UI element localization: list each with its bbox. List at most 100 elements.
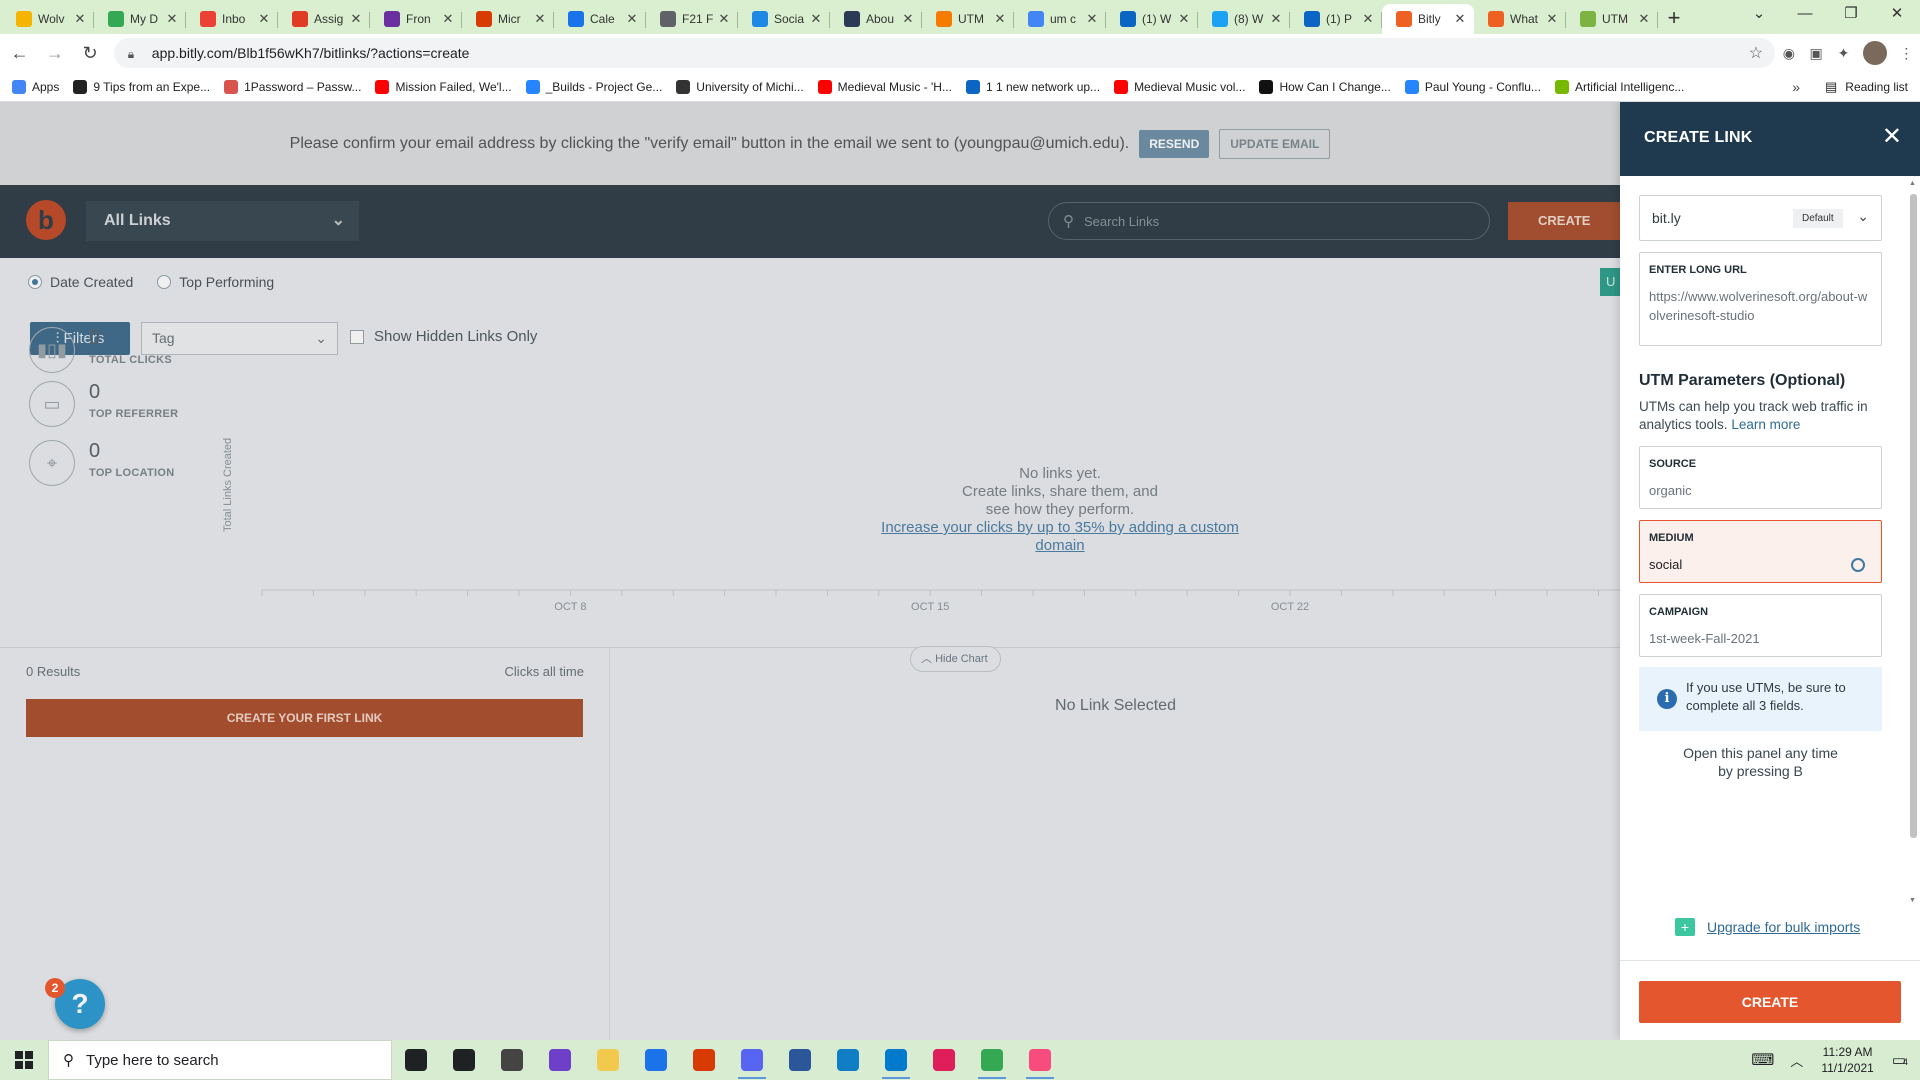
bookmark-item[interactable]: Medieval Music - 'H... xyxy=(817,79,952,94)
close-tab-icon[interactable]: ✕ xyxy=(1544,11,1560,27)
browser-tab[interactable]: UTM ✕ xyxy=(1566,4,1658,34)
scroll-down-icon[interactable]: ▼ xyxy=(1909,897,1916,904)
links-dropdown[interactable]: All Links ⌄ xyxy=(86,201,359,241)
bookmark-item[interactable]: Mission Failed, We'l... xyxy=(375,79,512,94)
browser-tab[interactable]: Inbo ✕ xyxy=(186,4,278,34)
browser-tab[interactable]: Assig ✕ xyxy=(278,4,370,34)
sort-date-radio[interactable] xyxy=(28,275,42,289)
browser-tab[interactable]: What ✕ xyxy=(1474,4,1566,34)
domain-select[interactable]: bit.ly Default ⌄ xyxy=(1639,195,1882,241)
address-bar[interactable]: 🔒︎ app.bitly.com/Blb1f56wKh7/bitlinks/?a… xyxy=(113,38,1776,68)
sort-top-radio[interactable] xyxy=(157,275,172,289)
reading-list[interactable]: ▤ Reading list xyxy=(1825,79,1908,95)
browser-tab[interactable]: Socia ✕ xyxy=(738,4,830,34)
close-tab-icon[interactable]: ✕ xyxy=(1360,11,1376,27)
create-first-link-button[interactable]: CREATE YOUR FIRST LINK xyxy=(26,699,583,737)
hide-chart-button[interactable]: ︿ Hide Chart xyxy=(910,646,1001,672)
browser-tab[interactable]: Fron ✕ xyxy=(370,4,462,34)
extension-screen-icon[interactable]: ▣ xyxy=(1802,45,1829,62)
search-links-input[interactable]: ⚲ Search Links xyxy=(1048,202,1490,240)
taskbar-search-input[interactable]: ⚲ Type here to search xyxy=(48,1040,392,1080)
itunes-icon[interactable] xyxy=(1016,1040,1064,1080)
new-tab-button[interactable]: + xyxy=(1658,4,1690,34)
create-link-button[interactable]: CREATE xyxy=(1639,981,1901,1023)
close-tab-icon[interactable]: ✕ xyxy=(440,11,456,27)
notifications-icon[interactable]: ▭ 4 xyxy=(1892,1051,1908,1069)
bookmark-item[interactable]: 9 Tips from an Expe... xyxy=(73,79,210,94)
bookmark-item[interactable]: University of Michi... xyxy=(676,79,804,94)
close-tab-icon[interactable]: ✕ xyxy=(256,11,272,27)
browser-tab[interactable]: Wolv ✕ xyxy=(2,4,94,34)
browser-tab[interactable]: (1) P ✕ xyxy=(1290,4,1382,34)
custom-domain-link[interactable]: Increase your clicks by up to 35% by add… xyxy=(858,519,1262,555)
mail-icon[interactable] xyxy=(632,1040,680,1080)
clock[interactable]: 11:29 AM 11/1/2021 xyxy=(1821,1044,1874,1076)
update-email-button[interactable]: UPDATE EMAIL xyxy=(1219,128,1331,159)
forward-button[interactable]: → xyxy=(39,37,70,69)
word-icon[interactable] xyxy=(776,1040,824,1080)
slack-icon[interactable] xyxy=(920,1040,968,1080)
source-value[interactable]: organic xyxy=(1649,483,1692,498)
browser-tab[interactable]: um c ✕ xyxy=(1014,4,1106,34)
close-icon[interactable]: ✕ xyxy=(1882,122,1902,151)
extensions-puzzle-icon[interactable]: ✦ xyxy=(1830,45,1857,62)
chrome-menu-icon[interactable]: ⋮ xyxy=(1893,45,1920,62)
bookmark-item[interactable]: How Can I Change... xyxy=(1259,79,1391,94)
close-tab-icon[interactable]: ✕ xyxy=(716,11,732,27)
hidden-links-checkbox[interactable]: Show Hidden Links Only xyxy=(350,328,537,345)
discord-icon[interactable] xyxy=(728,1040,776,1080)
bookmark-item[interactable]: Apps xyxy=(12,79,59,94)
store-icon[interactable] xyxy=(488,1040,536,1080)
close-tab-icon[interactable]: ✕ xyxy=(532,11,548,27)
keyboard-icon[interactable]: ⌨ xyxy=(1751,1050,1774,1070)
bookmark-star-icon[interactable]: ☆ xyxy=(1749,43,1763,63)
utm-campaign-field[interactable]: CAMPAIGN 1st-week-Fall-2021 xyxy=(1639,594,1882,657)
extension-1password-icon[interactable]: ◉ xyxy=(1775,45,1802,62)
resend-button[interactable]: RESEND xyxy=(1139,129,1210,158)
scrollbar-thumb[interactable] xyxy=(1910,194,1917,838)
back-button[interactable]: ← xyxy=(4,37,35,69)
long-url-field[interactable]: ENTER LONG URL https://www.wolverinesoft… xyxy=(1639,252,1882,346)
browser-tab[interactable]: Cale ✕ xyxy=(554,4,646,34)
checkbox[interactable] xyxy=(350,329,364,344)
password-manager-icon[interactable] xyxy=(1851,558,1865,572)
close-tab-icon[interactable]: ✕ xyxy=(348,11,364,27)
utm-source-field[interactable]: SOURCE organic xyxy=(1639,446,1882,509)
start-button[interactable] xyxy=(0,1040,48,1080)
utm-medium-field[interactable]: MEDIUM social xyxy=(1639,520,1882,583)
learn-more-link[interactable]: Learn more xyxy=(1731,417,1800,432)
browser-tab[interactable]: UTM ✕ xyxy=(922,4,1014,34)
campaign-value[interactable]: 1st-week-Fall-2021 xyxy=(1649,631,1760,646)
close-tab-icon[interactable]: ✕ xyxy=(808,11,824,27)
long-url-value[interactable]: https://www.wolverinesoft.org/about-wolv… xyxy=(1649,287,1874,325)
browser-tab[interactable]: (1) W ✕ xyxy=(1106,4,1198,34)
close-tab-icon[interactable]: ✕ xyxy=(1636,11,1652,27)
bookmark-item[interactable]: Artificial Intelligenc... xyxy=(1554,79,1684,94)
file-explorer-icon[interactable] xyxy=(584,1040,632,1080)
bookmark-item[interactable]: 1 1 new network up... xyxy=(965,79,1100,94)
close-tab-icon[interactable]: ✕ xyxy=(1452,11,1468,27)
close-tab-icon[interactable]: ✕ xyxy=(1268,11,1284,27)
upgrade-badge[interactable]: U xyxy=(1600,268,1620,296)
reload-button[interactable]: ↻ xyxy=(75,37,106,69)
office-icon[interactable] xyxy=(680,1040,728,1080)
close-tab-icon[interactable]: ✕ xyxy=(164,11,180,27)
browser-tab[interactable]: F21 F ✕ xyxy=(646,4,738,34)
close-tab-icon[interactable]: ✕ xyxy=(900,11,916,27)
bookmarks-overflow-icon[interactable]: » xyxy=(1792,79,1800,95)
task-view-icon[interactable] xyxy=(440,1040,488,1080)
bitly-logo[interactable]: b xyxy=(26,200,66,240)
medium-value[interactable]: social xyxy=(1649,557,1682,572)
close-tab-icon[interactable]: ✕ xyxy=(1084,11,1100,27)
panel-scrollbar[interactable]: ▲ ▼ xyxy=(1908,180,1918,904)
close-tab-icon[interactable]: ✕ xyxy=(992,11,1008,27)
browser-tab[interactable]: Abou ✕ xyxy=(830,4,922,34)
browser-tab[interactable]: Bitly ✕ xyxy=(1382,4,1474,34)
minimize-button[interactable]: — xyxy=(1782,0,1828,30)
github-desktop-icon[interactable] xyxy=(536,1040,584,1080)
bookmark-item[interactable]: Paul Young - Conflu... xyxy=(1404,79,1541,94)
edge-icon[interactable] xyxy=(824,1040,872,1080)
tab-search-icon[interactable]: ⌄ xyxy=(1736,0,1782,30)
profile-avatar[interactable] xyxy=(1863,41,1887,65)
browser-tab[interactable]: My D ✕ xyxy=(94,4,186,34)
